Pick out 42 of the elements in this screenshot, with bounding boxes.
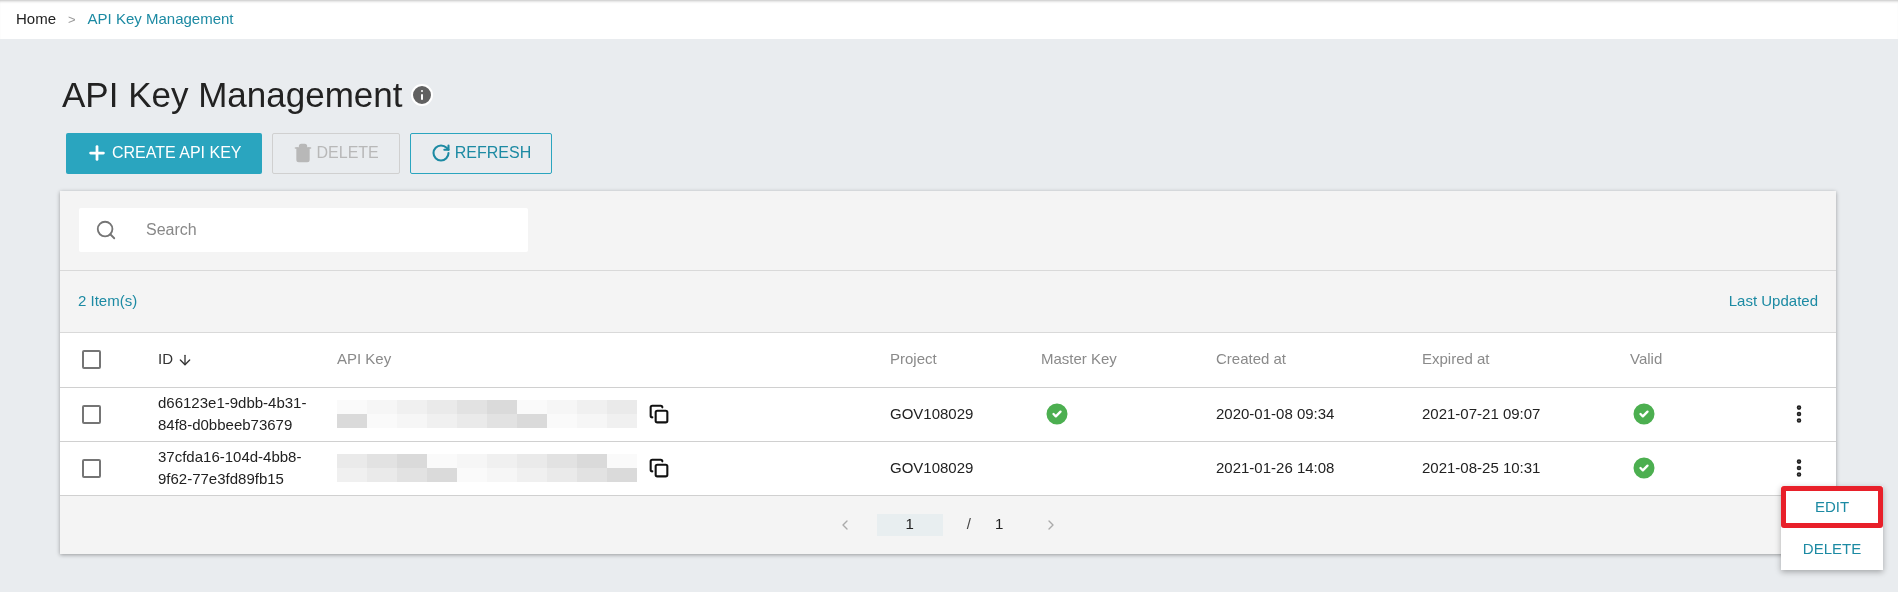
check-circle-icon [1630, 454, 1658, 482]
checkbox[interactable] [82, 404, 101, 424]
breadcrumb-link[interactable]: API Key Management [87, 8, 234, 31]
refresh-button[interactable]: REFRESH [409, 132, 553, 174]
last-updated-link[interactable]: Last Updated [1728, 289, 1818, 313]
menu-item[interactable]: DELETE [1781, 528, 1883, 570]
refresh-icon [430, 143, 451, 163]
plus-icon [86, 142, 108, 164]
create-button[interactable]: CREATE API KEY [66, 132, 262, 174]
page-title: API Key Management [62, 74, 403, 116]
info-icon[interactable] [410, 83, 435, 108]
table-cell-text: 2021-07-21 09:07 [1422, 403, 1542, 424]
checkbox[interactable] [82, 458, 101, 478]
trash-icon [292, 143, 313, 163]
breadcrumb-link[interactable]: Home [16, 8, 56, 31]
search-icon [95, 219, 117, 241]
menu-item[interactable]: EDIT [1781, 486, 1883, 528]
check-circle-icon [1043, 400, 1071, 428]
column-header: Created at [1216, 349, 1288, 370]
page-separator: / [966, 514, 971, 535]
column-header: Expired at [1422, 349, 1491, 370]
table-cell-text: 2020-01-08 09:34 [1216, 403, 1336, 424]
search-field[interactable]: Search [79, 208, 528, 252]
column-header: Project [890, 349, 938, 370]
total-pages: 1 [994, 514, 1004, 535]
table-cell-text: 2021-08-25 10:31 [1422, 457, 1542, 478]
breadcrumb-separator: > [68, 10, 76, 29]
column-header[interactable]: ID [158, 348, 173, 371]
column-header: Master Key [1041, 349, 1118, 370]
table-cell-text: GOV108029 [890, 403, 975, 424]
table-cell-text: 37cfda16-104d-4bb8-9f62-77e3fd89fb15 [158, 447, 303, 489]
table-cell-text: 2021-01-26 14:08 [1216, 457, 1336, 478]
checkbox[interactable] [82, 350, 101, 369]
table-cell-text: d66123e1-9dbb-4b31-84f8-d0bbeeb73679 [158, 393, 308, 435]
column-header: API Key [337, 349, 393, 370]
copy-icon[interactable] [649, 458, 669, 478]
copy-icon[interactable] [649, 404, 669, 424]
item-count: 2 Item(s) [78, 290, 138, 311]
column-header: Valid [1630, 349, 1664, 370]
check-circle-icon [1630, 400, 1658, 428]
page-number-field[interactable]: 1 [876, 513, 943, 536]
table-cell-text: GOV108029 [890, 457, 975, 478]
